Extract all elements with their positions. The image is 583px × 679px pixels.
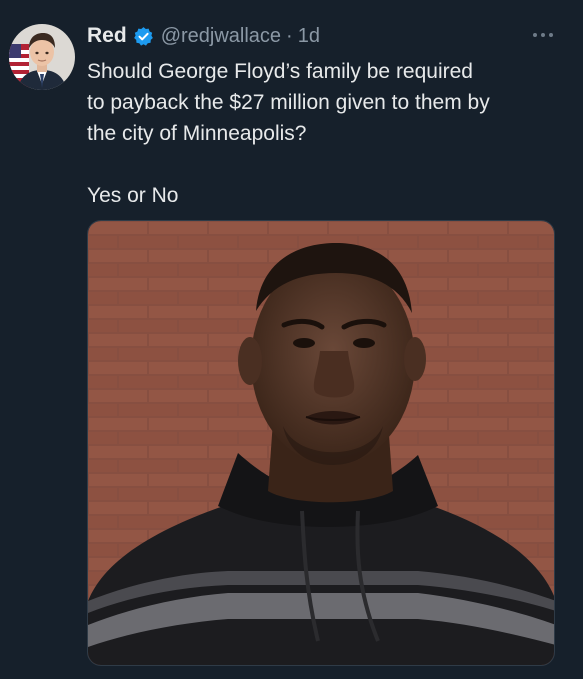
tweet-card[interactable]: Red @redjwallace · 1d Should George Floy… [0,0,583,679]
author-handle[interactable]: @redjwallace [161,25,281,48]
author-display-name[interactable]: Red [87,24,127,48]
tweet-text: Should George Floyd’s family be required… [87,56,563,211]
tweet-media-image[interactable] [87,220,555,666]
more-options-icon[interactable] [531,26,555,44]
tweet-text-line: the city of Minneapolis? [87,122,307,145]
tweet-timestamp[interactable]: 1d [298,25,320,48]
verified-badge-icon [133,26,154,47]
portrait-photo [88,221,554,665]
avatar-photo [9,24,75,90]
tweet-poll-line: Yes or No [87,184,179,207]
time-separator: · [286,24,293,47]
tweet-text-line: to payback the $27 million given to them… [87,91,490,114]
tweet-header: Red @redjwallace · 1d [87,22,320,50]
avatar[interactable] [9,24,75,90]
tweet-text-line: Should George Floyd’s family be required [87,60,473,83]
